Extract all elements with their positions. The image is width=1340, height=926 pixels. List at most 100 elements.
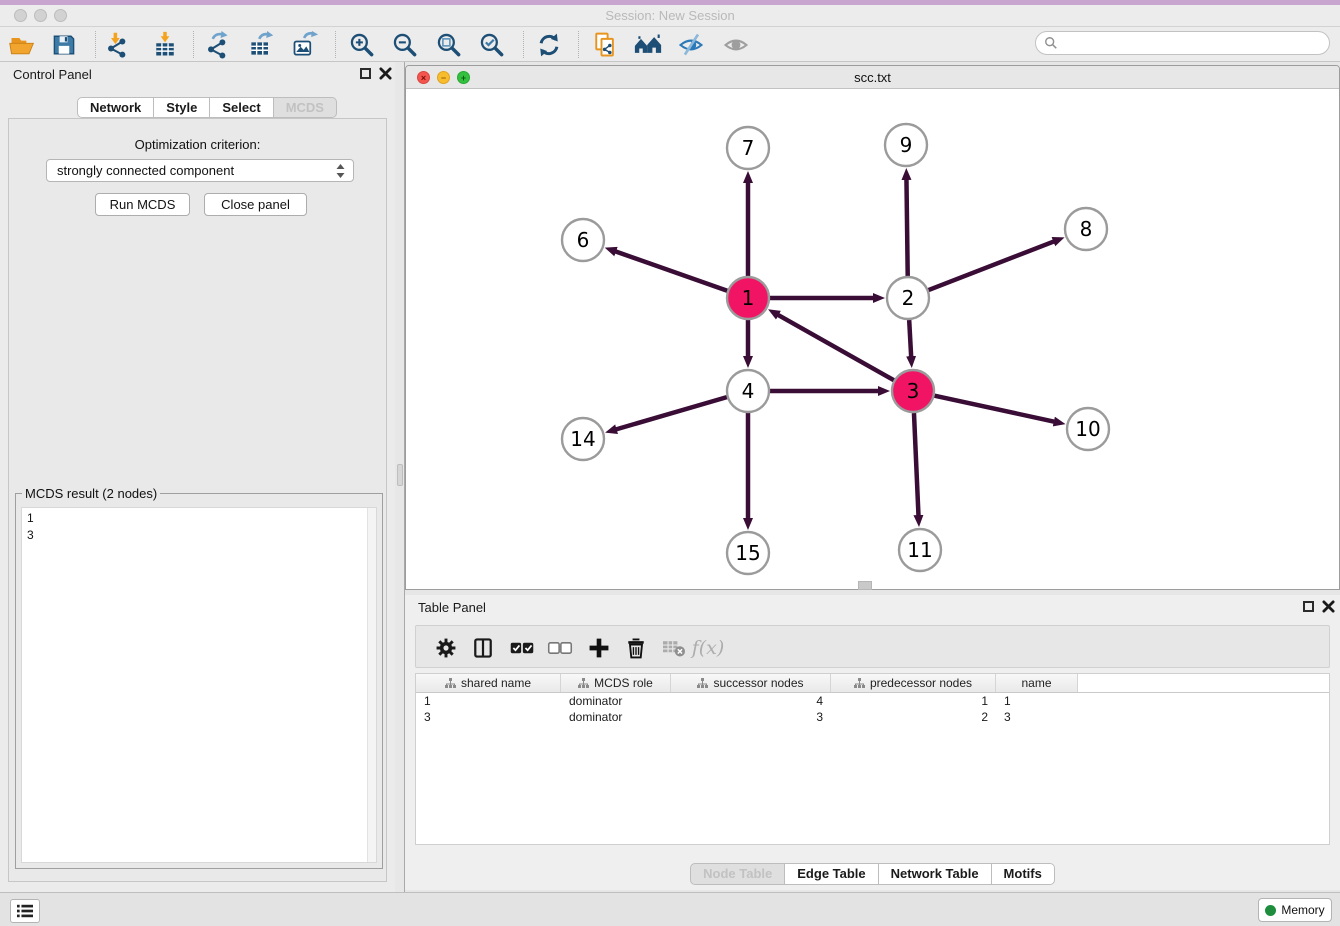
graph-node-label: 6 [577,228,590,252]
hide-graphics-icon[interactable] [675,29,707,61]
columns-icon[interactable] [469,634,497,662]
table-cell[interactable]: 3 [671,709,831,725]
table-row[interactable]: 1dominator411 [416,693,1329,709]
export-table-icon[interactable] [245,29,277,61]
graph-node-label: 11 [907,538,932,562]
table-panel: Table Panel f(x) shared nameMCDS rolesuc… [405,595,1340,890]
network-minimize-icon[interactable]: − [437,71,450,84]
refresh-icon[interactable] [533,29,565,61]
graph-edge-4-14[interactable] [616,397,727,429]
table-row[interactable]: 3dominator323 [416,709,1329,725]
tab-network[interactable]: Network [77,97,154,118]
column-header[interactable]: name [996,674,1078,692]
select-all-icon[interactable] [508,634,536,662]
canvas-splitter-handle[interactable] [858,581,872,590]
close-table-panel-icon[interactable] [1322,600,1335,613]
table-cell[interactable]: 4 [671,693,831,709]
search-input[interactable] [1058,33,1329,53]
mcds-result-scrollbar[interactable] [367,508,376,862]
table-cell[interactable]: 3 [996,709,1078,725]
tab-motifs[interactable]: Motifs [992,863,1055,885]
panel-splitter[interactable] [395,62,405,892]
save-session-icon[interactable] [48,29,80,61]
tab-select[interactable]: Select [210,97,273,118]
network-canvas[interactable]: 1234678910111415 [406,89,1339,589]
column-sort-icon [578,678,589,689]
mcds-result-title: MCDS result (2 nodes) [22,486,160,501]
table-cell[interactable]: 1 [416,693,561,709]
run-mcds-button[interactable]: Run MCDS [95,193,190,216]
column-header[interactable]: shared name [416,674,561,692]
table-cell[interactable]: 1 [996,693,1078,709]
window-title: Session: New Session [0,5,1340,27]
duplicate-network-icon[interactable] [589,29,621,61]
delete-table-icon[interactable] [660,634,688,662]
zoom-in-icon[interactable] [346,29,378,61]
graph-edge-3-10[interactable] [934,396,1054,422]
criterion-select[interactable]: strongly connected component [46,159,354,182]
add-icon[interactable] [585,634,613,662]
splitter-handle[interactable] [397,464,403,486]
search-box[interactable] [1035,31,1330,55]
graph-edge-2-9[interactable] [906,179,907,276]
graph-edge-3-11[interactable] [914,413,919,516]
export-network-icon[interactable] [202,29,234,61]
task-history-button[interactable] [10,899,40,923]
column-header[interactable]: MCDS role [561,674,671,692]
show-graphics-icon[interactable] [720,29,752,61]
maximize-window-icon[interactable] [54,9,67,22]
table-cell[interactable]: 2 [831,709,996,725]
graph-edge-2-3[interactable] [909,320,911,357]
deselect-all-icon[interactable] [546,634,574,662]
import-table-icon[interactable] [149,29,181,61]
graph-edge-3-1[interactable] [778,315,894,381]
graph-node-label: 4 [742,379,755,403]
tab-mcds[interactable]: MCDS [274,97,337,118]
table-cell[interactable]: dominator [561,693,671,709]
graph-edge-1-6[interactable] [615,251,727,290]
network-maximize-icon[interactable]: + [457,71,470,84]
close-panel-button[interactable]: Close panel [204,193,307,216]
graph-node-label: 7 [742,136,755,160]
close-window-icon[interactable] [14,9,27,22]
table-cell[interactable]: 1 [831,693,996,709]
tab-node-table[interactable]: Node Table [690,863,785,885]
mcds-result-box[interactable]: 1 3 [21,507,377,863]
function-builder-icon[interactable]: f(x) [694,634,722,662]
tab-edge-table[interactable]: Edge Table [785,863,878,885]
memory-button[interactable]: Memory [1258,898,1332,922]
column-header-label: successor nodes [713,676,803,690]
minimize-window-icon[interactable] [34,9,47,22]
graph-edge-2-8[interactable] [929,241,1055,290]
graph-node-label: 1 [742,286,755,310]
table-cell[interactable]: 3 [416,709,561,725]
open-session-icon[interactable] [6,29,38,61]
zoom-selected-icon[interactable] [476,29,508,61]
graph-node-label: 3 [907,379,920,403]
import-network-icon[interactable] [102,29,134,61]
memory-label: Memory [1281,903,1324,917]
tab-style[interactable]: Style [154,97,210,118]
zoom-fit-icon[interactable] [433,29,465,61]
close-panel-icon[interactable] [379,67,392,80]
export-image-icon[interactable] [289,29,321,61]
graph-node-label: 14 [570,427,595,451]
network-close-icon[interactable]: × [417,71,430,84]
criterion-value: strongly connected component [57,163,234,178]
table-toolbar: f(x) [415,625,1330,668]
gear-icon[interactable] [432,634,460,662]
column-header[interactable]: predecessor nodes [831,674,996,692]
float-table-panel-icon[interactable] [1303,601,1314,612]
network-window-titlebar[interactable]: × − + scc.txt [406,66,1339,89]
select-arrows-icon [335,163,346,179]
node-table[interactable]: shared nameMCDS role successor nodes prede… [415,673,1330,845]
tab-network-table[interactable]: Network Table [879,863,992,885]
table-cell[interactable]: dominator [561,709,671,725]
delete-icon[interactable] [622,634,650,662]
main-toolbar [0,27,1340,62]
float-panel-icon[interactable] [360,68,371,79]
column-header[interactable]: successor nodes [671,674,831,692]
graph-node-label: 15 [735,541,760,565]
home-icon[interactable] [632,29,664,61]
zoom-out-icon[interactable] [389,29,421,61]
